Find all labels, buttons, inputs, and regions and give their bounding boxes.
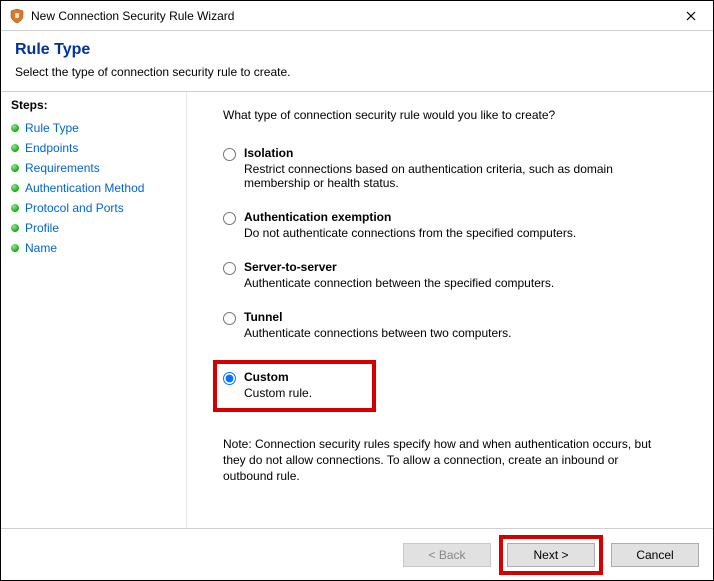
option-label: Custom <box>244 370 312 384</box>
option-desc: Do not authenticate connections from the… <box>244 226 576 240</box>
app-icon <box>9 8 25 24</box>
step-auth-method[interactable]: Authentication Method <box>11 178 180 198</box>
wizard-window: New Connection Security Rule Wizard Rule… <box>0 0 714 581</box>
next-button[interactable]: Next > <box>507 543 595 567</box>
step-profile[interactable]: Profile <box>11 218 180 238</box>
page-title: Rule Type <box>15 41 699 59</box>
step-bullet-icon <box>11 124 19 132</box>
option-label: Isolation <box>244 146 664 160</box>
step-rule-type[interactable]: Rule Type <box>11 118 180 138</box>
option-label: Tunnel <box>244 310 512 324</box>
step-label: Authentication Method <box>25 181 144 195</box>
step-label: Profile <box>25 221 59 235</box>
option-isolation[interactable]: Isolation Restrict connections based on … <box>223 146 689 190</box>
step-label: Protocol and Ports <box>25 201 124 215</box>
close-button[interactable] <box>668 1 713 30</box>
step-label: Requirements <box>25 161 100 175</box>
step-name[interactable]: Name <box>11 238 180 258</box>
step-bullet-icon <box>11 184 19 192</box>
prompt-text: What type of connection security rule wo… <box>223 108 689 122</box>
radio-auth-exemption[interactable] <box>223 212 236 225</box>
step-bullet-icon <box>11 144 19 152</box>
rule-type-options: Isolation Restrict connections based on … <box>223 146 689 412</box>
window-title: New Connection Security Rule Wizard <box>31 9 668 23</box>
step-protocol-ports[interactable]: Protocol and Ports <box>11 198 180 218</box>
option-label: Authentication exemption <box>244 210 576 224</box>
option-desc: Authenticate connection between the spec… <box>244 276 554 290</box>
option-custom[interactable]: Custom Custom rule. <box>223 370 312 400</box>
steps-sidebar: Steps: Rule Type Endpoints Requirements … <box>1 92 187 528</box>
page-subtitle: Select the type of connection security r… <box>15 65 699 79</box>
option-desc: Restrict connections based on authentica… <box>244 162 664 190</box>
main-panel: What type of connection security rule wo… <box>187 92 713 528</box>
cancel-button[interactable]: Cancel <box>611 543 699 567</box>
highlight-custom: Custom Custom rule. <box>213 360 376 412</box>
option-desc: Authenticate connections between two com… <box>244 326 512 340</box>
option-server-to-server[interactable]: Server-to-server Authenticate connection… <box>223 260 689 290</box>
wizard-footer: < Back Next > Cancel <box>1 528 713 580</box>
option-tunnel[interactable]: Tunnel Authenticate connections between … <box>223 310 689 340</box>
step-bullet-icon <box>11 244 19 252</box>
step-bullet-icon <box>11 204 19 212</box>
titlebar: New Connection Security Rule Wizard <box>1 1 713 31</box>
radio-custom[interactable] <box>223 372 236 385</box>
radio-isolation[interactable] <box>223 148 236 161</box>
step-label: Name <box>25 241 57 255</box>
option-label: Server-to-server <box>244 260 554 274</box>
step-requirements[interactable]: Requirements <box>11 158 180 178</box>
step-bullet-icon <box>11 164 19 172</box>
option-desc: Custom rule. <box>244 386 312 400</box>
radio-server-to-server[interactable] <box>223 262 236 275</box>
step-label: Endpoints <box>25 141 78 155</box>
step-label: Rule Type <box>25 121 79 135</box>
highlight-next: Next > <box>499 535 603 575</box>
step-bullet-icon <box>11 224 19 232</box>
wizard-body: Steps: Rule Type Endpoints Requirements … <box>1 92 713 528</box>
radio-tunnel[interactable] <box>223 312 236 325</box>
step-endpoints[interactable]: Endpoints <box>11 138 180 158</box>
steps-label: Steps: <box>11 98 180 112</box>
option-auth-exemption[interactable]: Authentication exemption Do not authenti… <box>223 210 689 240</box>
back-button[interactable]: < Back <box>403 543 491 567</box>
note-text: Note: Connection security rules specify … <box>223 436 663 485</box>
wizard-header: Rule Type Select the type of connection … <box>1 31 713 87</box>
